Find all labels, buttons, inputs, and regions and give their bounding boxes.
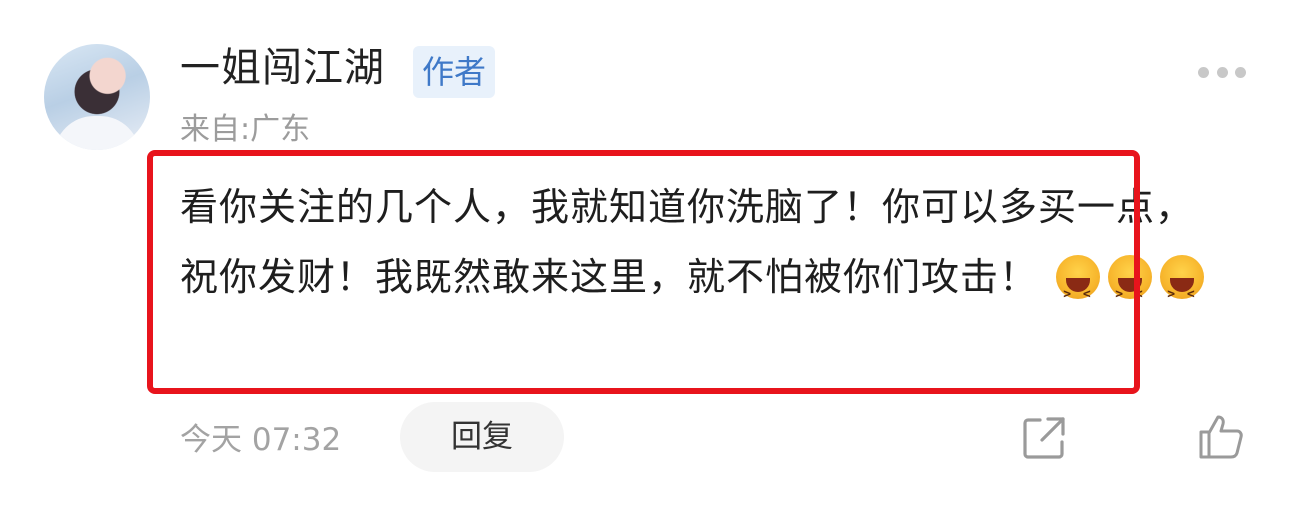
- laughing-emoji-icon: [1160, 254, 1205, 330]
- comment-time: 今天 07:32: [180, 422, 342, 458]
- reply-button[interactable]: 回复: [400, 402, 564, 472]
- avatar[interactable]: [44, 44, 150, 150]
- dot: [1198, 66, 1209, 78]
- author-location: 来自:广东: [180, 112, 311, 147]
- author-badge: 作者: [413, 46, 495, 98]
- dot: [1216, 66, 1228, 78]
- laughing-emoji-icon: [1056, 254, 1101, 330]
- emoji-group: [1056, 254, 1205, 330]
- avatar-shoulder: [54, 116, 140, 150]
- thumbs-up-icon[interactable]: [1196, 412, 1246, 462]
- laughing-emoji-icon: [1108, 254, 1153, 330]
- comment-text: 看你关注的几个人，我就知道你洗脑了！你可以多买一点，祝你发财！我既然敢来这里，就…: [180, 185, 1195, 299]
- author-name[interactable]: 一姐闯江湖: [180, 40, 385, 96]
- share-icon[interactable]: [1020, 414, 1068, 462]
- dot: [1235, 66, 1246, 78]
- comment-body: 看你关注的几个人，我就知道你洗脑了！你可以多买一点，祝你发财！我既然敢来这里，就…: [180, 172, 1210, 330]
- more-dots-icon[interactable]: [1198, 62, 1246, 82]
